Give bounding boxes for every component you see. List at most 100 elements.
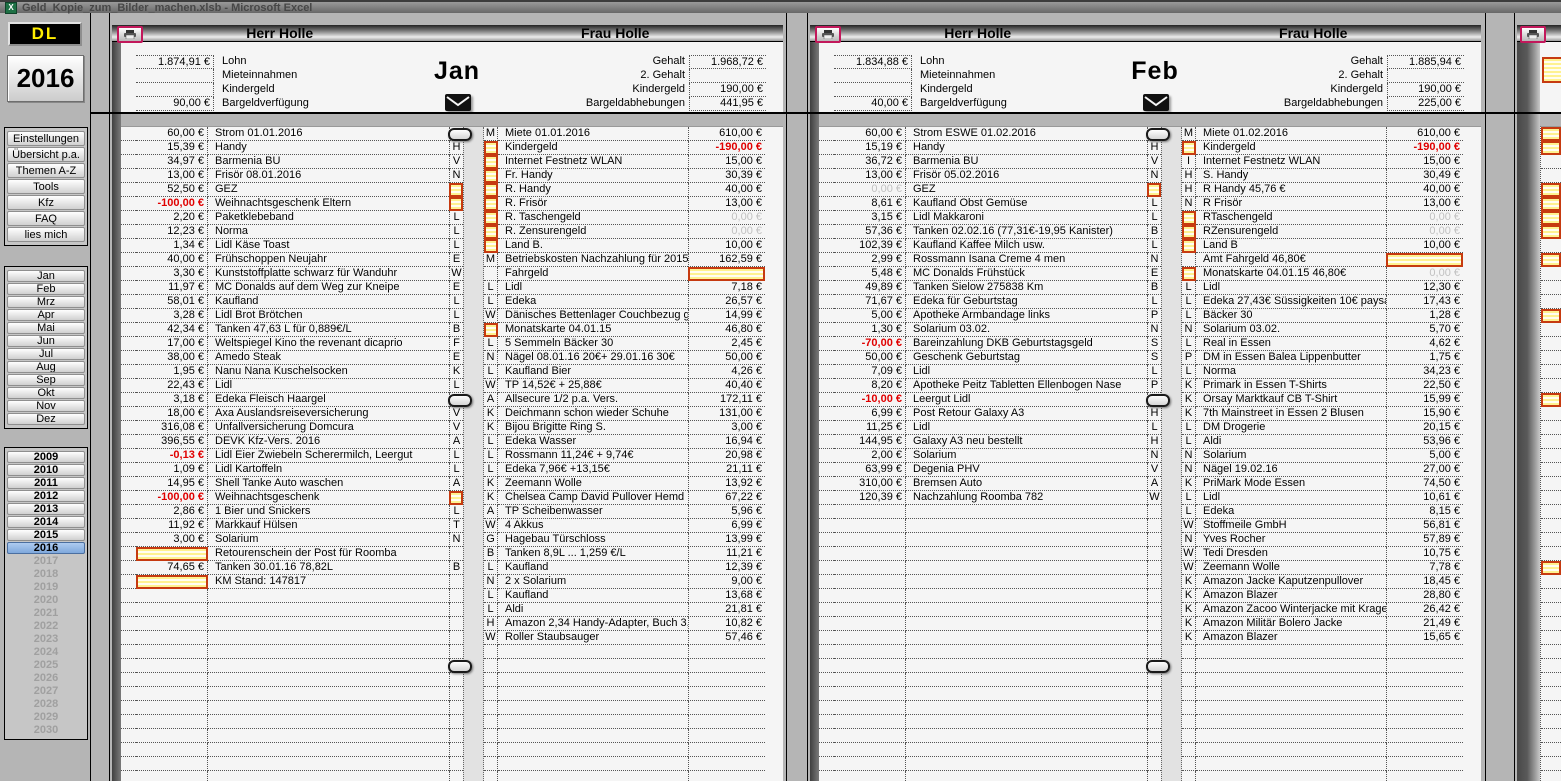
amount-cell[interactable] <box>688 757 765 771</box>
amount-cell[interactable]: 27,00 € <box>1386 463 1463 477</box>
income-value-cell[interactable]: 225,00 € <box>1387 97 1464 111</box>
amount-cell[interactable]: 11,21 € <box>688 547 765 561</box>
amount-cell[interactable]: 40,00 € <box>1386 183 1463 197</box>
month-button-mai[interactable]: Mai <box>7 322 85 334</box>
amount-cell[interactable]: 74,50 € <box>1386 477 1463 491</box>
month-button-jun[interactable]: Jun <box>7 335 85 347</box>
label-cell[interactable]: Unfallversicherung Domcura <box>208 421 449 435</box>
label-cell[interactable] <box>498 715 688 729</box>
amount-cell[interactable]: 63,99 € <box>834 463 906 477</box>
category-cell[interactable] <box>1182 687 1196 701</box>
amount-cell[interactable]: 13,00 € <box>834 169 906 183</box>
divider-toggle-button[interactable] <box>448 660 472 673</box>
category-cell[interactable] <box>1182 729 1196 743</box>
amount-cell[interactable]: 8,61 € <box>834 197 906 211</box>
label-cell[interactable]: Lidl <box>498 281 688 295</box>
amount-cell[interactable] <box>136 743 208 757</box>
amount-cell[interactable]: 0,00 € <box>688 211 765 225</box>
category-cell[interactable]: L <box>484 561 498 575</box>
label-cell[interactable]: Edeka für Geburtstag <box>906 295 1147 309</box>
label-cell[interactable]: Markkauf Hülsen <box>208 519 449 533</box>
label-cell[interactable]: Handy <box>906 141 1147 155</box>
amount-cell[interactable] <box>1386 659 1463 673</box>
label-cell[interactable]: Norma <box>208 225 449 239</box>
label-cell[interactable]: DM in Essen Balea Lippenbutter <box>1196 351 1386 365</box>
category-cell[interactable] <box>1147 505 1161 519</box>
amount-cell[interactable] <box>688 659 765 673</box>
category-cell[interactable] <box>1147 575 1161 589</box>
category-cell[interactable]: L <box>449 295 463 309</box>
label-cell[interactable]: S. Handy <box>1196 169 1386 183</box>
label-cell[interactable]: Lidl <box>1196 281 1386 295</box>
amount-cell[interactable] <box>688 687 765 701</box>
income-value-cell[interactable] <box>834 69 912 83</box>
label-cell[interactable] <box>906 743 1147 757</box>
amount-cell[interactable]: 14,95 € <box>136 477 208 491</box>
income-value-cell[interactable]: 40,00 € <box>834 97 912 111</box>
amount-cell[interactable] <box>688 743 765 757</box>
category-cell[interactable]: K <box>1182 379 1196 393</box>
category-cell[interactable]: L <box>1182 421 1196 435</box>
label-cell[interactable]: Leergut Lidl <box>906 393 1147 407</box>
amount-cell[interactable] <box>834 673 906 687</box>
amount-cell[interactable]: 21,81 € <box>688 603 765 617</box>
warning-cell[interactable] <box>1182 211 1196 225</box>
year-button-2012[interactable]: 2012 <box>7 490 85 502</box>
label-cell[interactable] <box>208 673 449 687</box>
label-cell[interactable]: Kaufland Bier <box>498 365 688 379</box>
amount-cell[interactable]: 1,34 € <box>136 239 208 253</box>
label-cell[interactable]: Aldi <box>498 603 688 617</box>
amount-cell[interactable]: 11,97 € <box>136 281 208 295</box>
amount-cell[interactable]: -190,00 € <box>1386 141 1463 155</box>
income-value-cell[interactable] <box>136 69 214 83</box>
label-cell[interactable]: Handy <box>208 141 449 155</box>
income-value-cell[interactable]: 1.834,88 € <box>834 55 912 69</box>
warning-cell[interactable] <box>449 197 463 211</box>
divider-toggle-button[interactable] <box>1146 394 1170 407</box>
amount-cell[interactable]: 50,00 € <box>688 351 765 365</box>
warning-cell[interactable] <box>1182 239 1196 253</box>
warning-cell[interactable] <box>484 225 498 239</box>
category-cell[interactable]: L <box>1147 239 1161 253</box>
category-cell[interactable]: K <box>1182 631 1196 645</box>
label-cell[interactable]: Nanu Nana Kuschelsocken <box>208 365 449 379</box>
category-cell[interactable] <box>1182 757 1196 771</box>
category-cell[interactable]: B <box>1147 281 1161 295</box>
nav-button-kfz[interactable]: Kfz <box>7 195 85 210</box>
amount-cell[interactable]: 17,00 € <box>136 337 208 351</box>
amount-cell[interactable] <box>834 575 906 589</box>
label-cell[interactable]: Apotheke Peitz Tabletten Ellenbogen Nase <box>906 379 1147 393</box>
category-cell[interactable] <box>1147 617 1161 631</box>
amount-cell[interactable]: 0,00 € <box>688 225 765 239</box>
category-cell[interactable]: N <box>449 169 463 183</box>
amount-cell[interactable] <box>688 771 765 781</box>
amount-cell[interactable] <box>136 617 208 631</box>
category-cell[interactable]: V <box>1147 463 1161 477</box>
label-cell[interactable]: Weltspiegel Kino the revenant dicaprio <box>208 337 449 351</box>
amount-cell[interactable] <box>136 673 208 687</box>
amount-cell[interactable]: 2,20 € <box>136 211 208 225</box>
label-cell[interactable]: TP 14,52€ + 25,88€ <box>498 379 688 393</box>
amount-cell[interactable]: 34,97 € <box>136 155 208 169</box>
category-cell[interactable]: L <box>1182 295 1196 309</box>
amount-cell[interactable]: 11,25 € <box>834 421 906 435</box>
category-cell[interactable]: L <box>449 379 463 393</box>
warning-cell[interactable] <box>484 197 498 211</box>
label-cell[interactable]: 4 Akkus <box>498 519 688 533</box>
category-cell[interactable] <box>1147 743 1161 757</box>
label-cell[interactable] <box>208 631 449 645</box>
category-cell[interactable] <box>1147 757 1161 771</box>
label-cell[interactable]: DEVK Kfz-Vers. 2016 <box>208 435 449 449</box>
amount-cell[interactable] <box>136 701 208 715</box>
label-cell[interactable]: R. Taschengeld <box>498 211 688 225</box>
amount-cell[interactable]: 610,00 € <box>688 127 765 141</box>
category-cell[interactable]: P <box>1147 309 1161 323</box>
amount-cell[interactable]: 0,00 € <box>1386 267 1463 281</box>
nav-button-themen-a-z[interactable]: Themen A-Z <box>7 163 85 178</box>
month-button-okt[interactable]: Okt <box>7 387 85 399</box>
category-cell[interactable] <box>484 771 498 781</box>
income-value-cell[interactable]: 190,00 € <box>689 83 766 97</box>
amount-cell[interactable]: 13,99 € <box>688 533 765 547</box>
category-cell[interactable]: K <box>1182 393 1196 407</box>
category-cell[interactable]: L <box>1182 365 1196 379</box>
